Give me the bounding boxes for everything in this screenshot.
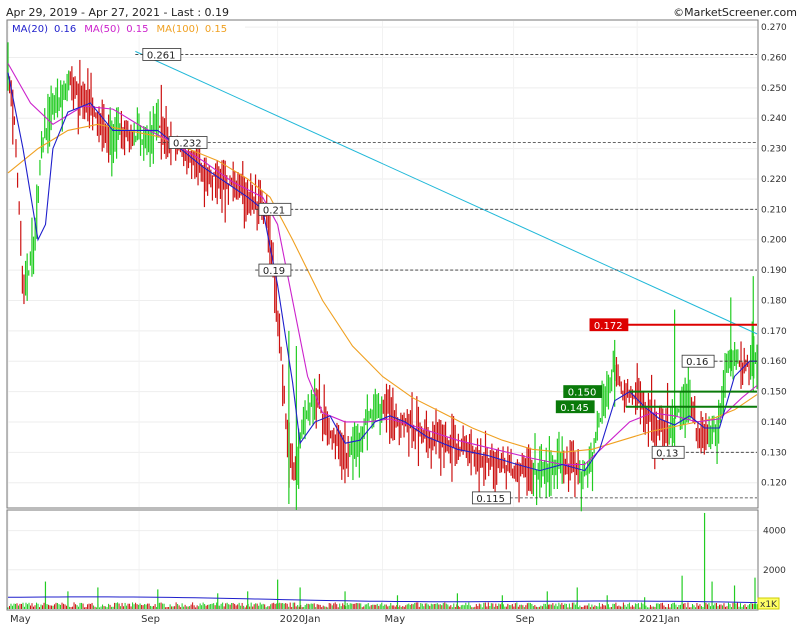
stock-chart: Apr 29, 2019 - Apr 27, 2021 - Last : 0.1…: [6, 6, 797, 625]
price-axis: 0.120 0.130 0.140 0.150 0.160 0.170 0.180 0.190…: [761, 23, 787, 489]
legend: MA(20) 0.16 MA(50) 0.15 MA(100) 0.15: [12, 24, 227, 35]
y-tick-label: 0.190: [761, 266, 787, 276]
legend-ma100-label: MA(100): [157, 24, 199, 35]
volume-tick-label: 2000: [763, 566, 786, 576]
y-tick-label: 0.200: [761, 236, 787, 246]
x-tick-label: Sep: [141, 614, 160, 625]
level-label: 0.16: [686, 357, 708, 368]
level-label: 0.150: [568, 388, 597, 399]
level-label: 0.145: [560, 403, 589, 414]
volume-axis: 2000 4000 x1K: [757, 527, 786, 610]
x-tick-label: Sep: [516, 614, 535, 625]
volume-tick-label: 4000: [763, 527, 786, 537]
y-tick-label: 0.240: [761, 114, 787, 124]
level-label: 0.21: [263, 205, 285, 216]
legend-ma50-value: 0.15: [126, 24, 148, 35]
volume-unit: x1K: [760, 600, 778, 610]
level-label: 0.19: [263, 266, 285, 277]
level-label: 0.13: [656, 448, 678, 459]
y-tick-label: 0.250: [761, 84, 787, 94]
y-tick-label: 0.170: [761, 327, 787, 337]
y-tick-label: 0.140: [761, 418, 787, 428]
y-tick-label: 0.180: [761, 296, 787, 306]
time-axis: May Sep 2020Jan May Sep 2021Jan: [10, 614, 680, 625]
x-tick-label: 2021Jan: [639, 614, 680, 625]
y-tick-label: 0.150: [761, 388, 787, 398]
y-tick-label: 0.120: [761, 479, 787, 489]
y-tick-label: 0.260: [761, 53, 787, 63]
x-tick-label: May: [385, 614, 406, 625]
legend-ma20-label: MA(20): [12, 24, 48, 35]
legend-ma100-value: 0.15: [205, 24, 227, 35]
legend-ma20-value: 0.16: [54, 24, 76, 35]
source-credit[interactable]: ©MarketScreener.com: [673, 6, 797, 19]
level-label: 0.172: [594, 321, 623, 332]
y-tick-label: 0.210: [761, 205, 787, 215]
x-tick-label: May: [10, 614, 31, 625]
y-tick-label: 0.130: [761, 448, 787, 458]
y-tick-label: 0.270: [761, 23, 787, 33]
y-tick-label: 0.230: [761, 145, 787, 155]
level-label: 0.232: [173, 139, 202, 150]
legend-ma50-label: MA(50): [84, 24, 120, 35]
level-label: 0.261: [147, 50, 176, 61]
y-tick-label: 0.220: [761, 175, 787, 185]
level-label: 0.115: [476, 494, 505, 505]
chart-date-range: Apr 29, 2019 - Apr 27, 2021 - Last : 0.1…: [6, 6, 229, 19]
y-tick-label: 0.160: [761, 357, 787, 367]
x-tick-label: 2020Jan: [280, 614, 321, 625]
